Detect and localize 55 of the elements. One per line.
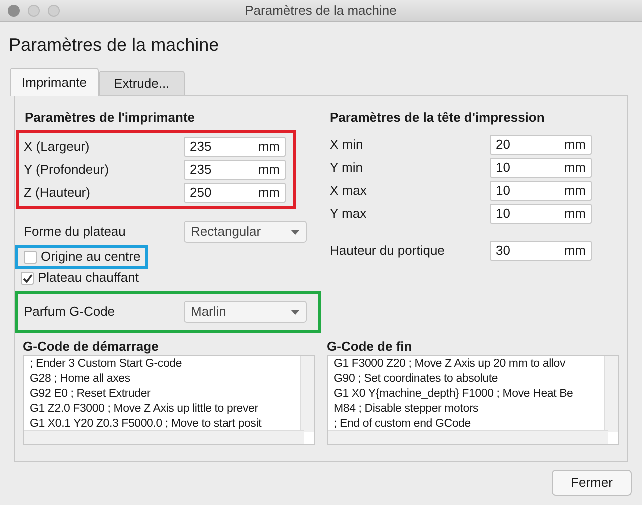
section-title: Paramètres de l'imprimante	[24, 109, 196, 127]
section-title: Paramètres de la tête d'impression	[330, 109, 546, 127]
tab[interactable]: Imprimante	[10, 68, 100, 96]
input-field[interactable]: 250 mm	[184, 182, 286, 202]
code-line: G90 ; Set coordinates to absolute	[334, 372, 498, 387]
input-field[interactable]: 235 mm	[184, 136, 286, 156]
code-line: G28 ; Home all axes	[30, 372, 130, 387]
code-line: G1 Z2.0 F3000 ; Move Z Axis up little to prever	[30, 402, 258, 417]
minimize-icon[interactable]	[28, 4, 40, 16]
code-editor[interactable]: ; Ender 3 Custom Start G-code G28 ; Home all axes G92 E0 ; Reset Extruder G1 Z2.0 F3000 ; Move Z Axis up little to prever G1 X0.1 Y20 Z0.3 F5000.0 ; Move to start posit	[23, 355, 315, 445]
field-label: X min	[330, 136, 364, 154]
checkbox-label: Origine au centre	[41, 248, 141, 266]
dialog-heading: Paramètres de la machine	[8, 34, 220, 57]
close-button[interactable]: Fermer	[552, 470, 632, 496]
dropdown[interactable]: Rectangular	[184, 221, 307, 243]
code-line: M84 ; Disable stepper motors	[334, 402, 479, 417]
input-field[interactable]: 10 mm	[490, 180, 592, 200]
field-label: Y (Profondeur)	[24, 160, 110, 179]
caret-icon	[291, 310, 300, 314]
input-field[interactable]: 10 mm	[490, 158, 592, 178]
code-line: G92 E0 ; Reset Extruder	[30, 387, 151, 402]
field-label: X max	[330, 182, 368, 200]
checkbox[interactable]	[21, 272, 34, 284]
field-label: Forme du plateau	[24, 223, 127, 242]
input-field[interactable]: 10 mm	[490, 204, 592, 224]
caret-icon	[291, 230, 300, 234]
close-icon[interactable]	[8, 4, 20, 16]
section-title: G-Code de démarrage	[23, 339, 160, 355]
zoom-icon[interactable]	[48, 4, 60, 16]
code-editor[interactable]: G1 F3000 Z20 ; Move Z Axis up 20 mm to allov G90 ; Set coordinates to absolute G1 X0 Y{machine_depth} F1000 ; Move Heat Be M84 ; Disable stepper motors ; End of custom end GCode	[327, 355, 619, 445]
input-field[interactable]: 30 mm	[490, 240, 592, 260]
code-line: G1 X0 Y{machine_depth} F1000 ; Move Heat Be	[334, 387, 574, 402]
field-label: Hauteur du portique	[330, 242, 446, 260]
horizontal-scrollbar[interactable]	[24, 430, 304, 444]
code-line: G1 F3000 Z20 ; Move Z Axis up 20 mm to allov	[334, 357, 566, 372]
horizontal-scrollbar[interactable]	[328, 430, 608, 444]
input-field[interactable]: 235 mm	[184, 160, 286, 180]
field-label: Parfum G-Code	[24, 303, 116, 322]
input-field[interactable]: 20 mm	[490, 134, 592, 154]
field-label: Z (Hauteur)	[24, 184, 92, 202]
code-line: ; Ender 3 Custom Start G-code	[30, 357, 182, 372]
field-label: Y min	[330, 158, 364, 177]
section-title: G-Code de fin	[327, 339, 414, 355]
vertical-scrollbar[interactable]	[604, 356, 618, 432]
checkmark-icon	[22, 274, 32, 282]
window-title: Paramètres de la machine	[245, 2, 397, 20]
tab[interactable]: Extrude...	[99, 71, 185, 96]
field-label: Y max	[330, 204, 368, 223]
code-line: ; End of custom end GCode	[334, 417, 471, 432]
dropdown[interactable]: Marlin	[184, 301, 307, 323]
vertical-scrollbar[interactable]	[300, 356, 314, 432]
code-line: G1 X0.1 Y20 Z0.3 F5000.0 ; Move to start posit	[30, 417, 262, 432]
field-label: X (Largeur)	[24, 138, 91, 156]
checkbox-label: Plateau chauffant	[38, 269, 139, 288]
checkbox[interactable]	[24, 250, 37, 264]
